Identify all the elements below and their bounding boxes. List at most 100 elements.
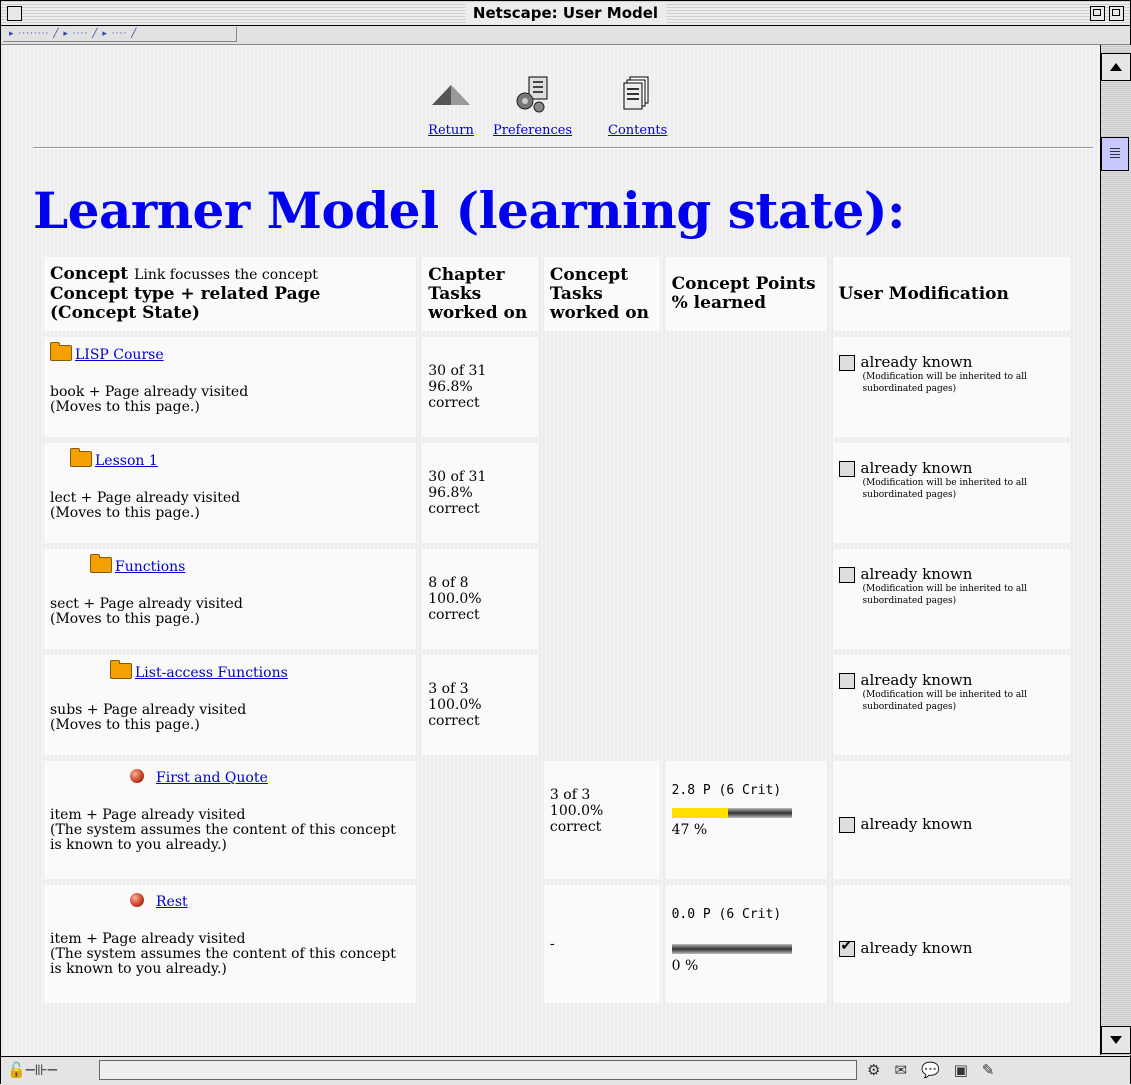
concept-type: subs + Page already visited: [50, 702, 247, 718]
learned-percent: 47 %: [671, 822, 708, 838]
chapter-percent: 96.8%: [428, 379, 473, 395]
learner-model-table: Concept Link focusses the concept Concept…: [38, 251, 1076, 1009]
concept-points: 2.8 P (6 Crit): [671, 783, 782, 798]
chapter-correct: correct: [428, 395, 480, 411]
concept-state: (The system assumes the content of this …: [50, 822, 396, 853]
return-icon: [432, 85, 470, 105]
header-concept-type: Concept type + related Page: [50, 284, 321, 304]
concept-type: item + Page already visited: [50, 807, 246, 823]
page-content: Return Preferences Contents Learner Mode…: [3, 45, 1099, 1055]
already-known-checkbox[interactable]: [838, 567, 855, 583]
concept-link-first-and-quote[interactable]: First and Quote: [156, 770, 268, 786]
learned-progress-bar: [671, 808, 792, 818]
zoom-box[interactable]: [1090, 6, 1105, 21]
component-bar: ⚙ ✉ 💬 ▣ ✎: [867, 1061, 994, 1079]
status-message-field: [99, 1060, 857, 1080]
chapter-count: 8 of 8: [428, 575, 469, 591]
concept-link-list-access-functions[interactable]: List-access Functions: [135, 665, 288, 681]
chapter-percent: 100.0%: [428, 697, 482, 713]
header-user-modification: User Modification: [832, 257, 1070, 331]
concept-cell: LISP Course book + Page already visited (M…: [44, 337, 417, 437]
scroll-down-button[interactable]: [1101, 1026, 1131, 1054]
folder-icon: [110, 660, 132, 679]
contents-link[interactable]: Contents: [608, 123, 667, 138]
concept-link-rest[interactable]: Rest: [156, 894, 188, 910]
return-nav[interactable]: Return: [428, 75, 474, 138]
header-concept: Concept Link focusses the concept Concept…: [44, 257, 417, 331]
table-row: Rest item + Page already visited (The syst…: [44, 885, 1070, 1003]
concept-type: book + Page already visited: [50, 384, 249, 400]
chapter-correct: correct: [428, 713, 480, 729]
table-row: LISP Course book + Page already visited (M…: [44, 337, 1070, 437]
folder-icon: [70, 448, 92, 467]
concept-points-cell: 2.8 P (6 Crit) 47 %: [665, 761, 827, 879]
chapter-count: 3 of 3: [428, 681, 469, 697]
already-known-checkbox[interactable]: [838, 355, 855, 371]
chapter-count: 30 of 31: [428, 363, 487, 379]
chapter-tasks-cell: 30 of 31 96.8% correct: [422, 337, 538, 437]
edit-icon[interactable]: ✎: [982, 1061, 995, 1079]
chapter-count: 30 of 31: [428, 469, 487, 485]
already-known-checkbox[interactable]: [838, 461, 855, 477]
user-mod-cell: already known (Modification will be inher…: [832, 337, 1070, 437]
concept-link-lesson-1[interactable]: Lesson 1: [95, 453, 158, 469]
header-concept-title: Concept: [50, 264, 129, 284]
composer-icon[interactable]: ▣: [954, 1061, 968, 1079]
mail-icon[interactable]: ✉: [894, 1061, 907, 1079]
concept-tasks-cell: 3 of 3 100.0% correct: [543, 761, 660, 879]
vertical-scrollbar[interactable]: [1100, 45, 1131, 1055]
title-bar[interactable]: Netscape: User Model: [1, 1, 1130, 26]
concept-state: (Moves to this page.): [50, 717, 200, 733]
contents-nav[interactable]: Contents: [608, 75, 667, 138]
concept-ball-icon: [130, 769, 144, 783]
learned-percent: 0 %: [671, 958, 699, 974]
concept-type: lect + Page already visited: [50, 490, 241, 506]
concept-points-cell: 0.0 P (6 Crit) 0 %: [665, 885, 827, 1003]
concept-points: 0.0 P (6 Crit): [671, 907, 782, 922]
already-known-label: already known: [860, 815, 973, 833]
return-link[interactable]: Return: [428, 123, 474, 138]
concept-tasks-cell: -: [543, 885, 660, 1003]
learned-progress-bar: [671, 944, 792, 954]
security-lock-icon[interactable]: 🔓─⊪─: [7, 1061, 57, 1079]
concept-link-functions[interactable]: Functions: [115, 559, 185, 575]
concept-cell: Functions sect + Page already visited (Mov…: [44, 549, 417, 649]
navigator-icon[interactable]: ⚙: [867, 1061, 880, 1079]
already-known-label: already known: [860, 459, 973, 477]
scroll-up-button[interactable]: [1101, 53, 1131, 81]
concept-state: (Moves to this page.): [50, 611, 200, 627]
discussion-icon[interactable]: 💬: [921, 1061, 940, 1079]
preferences-link[interactable]: Preferences: [493, 123, 572, 138]
user-mod-cell: already known (Modification will be inher…: [832, 549, 1070, 649]
inherit-note: (Modification will be inherited to all s…: [862, 478, 1028, 500]
collapsed-toolbar-tabs: ▸ ········ ╱ ▸ ···· ╱ ▸ ···· ╱: [1, 26, 1130, 45]
concept-task-none: -: [549, 936, 555, 952]
preferences-nav[interactable]: Preferences: [493, 75, 572, 138]
chapter-tasks-cell: 8 of 8 100.0% correct: [422, 549, 538, 649]
already-known-label: already known: [860, 939, 973, 957]
close-box[interactable]: [7, 6, 22, 21]
chapter-tasks-cell: 3 of 3 100.0% correct: [422, 655, 538, 755]
concept-cell: List-access Functions subs + Page already…: [44, 655, 417, 755]
header-concept-tasks: Concept Tasks worked on: [543, 257, 660, 331]
empty-concept-area: [544, 337, 827, 755]
header-concept-points: Concept Points % learned: [665, 257, 827, 331]
already-known-checkbox-checked[interactable]: [838, 938, 855, 957]
folder-icon: [90, 554, 112, 573]
already-known-label: already known: [860, 671, 973, 689]
collapse-box[interactable]: [1109, 6, 1124, 21]
arrow-up-icon: [1110, 63, 1122, 71]
chapter-percent: 96.8%: [428, 485, 473, 501]
already-known-checkbox[interactable]: [838, 817, 855, 833]
already-known-checkbox[interactable]: [838, 673, 855, 689]
chapter-tasks-cell: 30 of 31 96.8% correct: [422, 443, 538, 543]
empty-chapter-area: [422, 761, 538, 1003]
table-header-row: Concept Link focusses the concept Concept…: [44, 257, 1070, 331]
concept-task-count: 3 of 3: [549, 787, 591, 803]
scroll-thumb[interactable]: [1101, 137, 1129, 171]
toolbar-tab-strip[interactable]: ▸ ········ ╱ ▸ ···· ╱ ▸ ···· ╱: [3, 27, 237, 42]
chapter-percent: 100.0%: [428, 591, 482, 607]
learned-progress-fill: [671, 808, 728, 818]
concept-link-lisp-course[interactable]: LISP Course: [75, 347, 164, 363]
concept-cell: Lesson 1 lect + Page already visited (Move…: [44, 443, 417, 543]
